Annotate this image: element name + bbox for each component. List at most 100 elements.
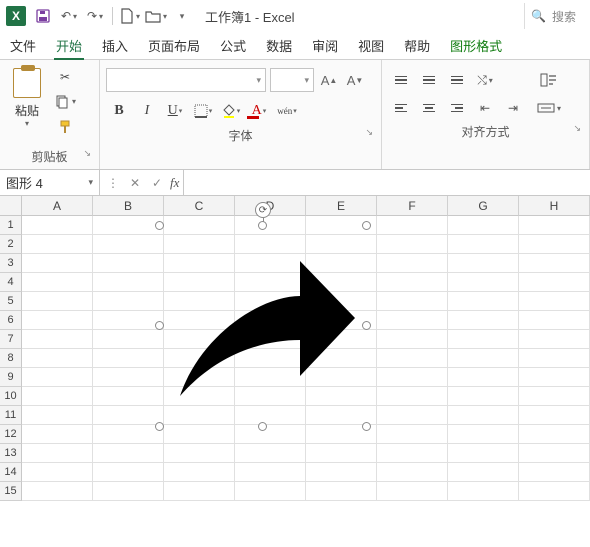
qat-customize-button[interactable]: ▾ — [169, 3, 195, 29]
cell[interactable] — [235, 482, 306, 501]
row-header[interactable]: 3 — [0, 254, 22, 273]
cell[interactable] — [93, 235, 164, 254]
align-right-button[interactable] — [444, 96, 470, 120]
cell[interactable] — [519, 349, 590, 368]
cell[interactable] — [519, 482, 590, 501]
cell[interactable] — [377, 406, 448, 425]
row-header[interactable]: 12 — [0, 425, 22, 444]
fill-color-button[interactable]: ▾ — [218, 98, 244, 124]
copy-button[interactable]: ▾ — [52, 91, 78, 113]
cell[interactable] — [22, 387, 93, 406]
border-button[interactable]: ▾ — [190, 98, 216, 124]
cell[interactable] — [22, 368, 93, 387]
cell[interactable] — [164, 463, 235, 482]
cell[interactable] — [377, 444, 448, 463]
resize-handle-nw[interactable] — [155, 221, 164, 230]
cell[interactable] — [93, 330, 164, 349]
cell[interactable] — [448, 330, 519, 349]
cell[interactable] — [22, 216, 93, 235]
col-header[interactable]: A — [22, 196, 93, 216]
chevron-down-icon[interactable]: ▾ — [88, 177, 93, 188]
row-header[interactable]: 14 — [0, 463, 22, 482]
cell[interactable] — [93, 292, 164, 311]
cancel-formula-button[interactable]: ✕ — [126, 176, 144, 190]
row-header[interactable]: 11 — [0, 406, 22, 425]
row-header[interactable]: 10 — [0, 387, 22, 406]
cell[interactable] — [519, 311, 590, 330]
font-color-button[interactable]: A▾ — [246, 98, 272, 124]
rotate-handle[interactable]: ⟳ — [255, 202, 271, 218]
cell[interactable] — [519, 444, 590, 463]
cell[interactable] — [448, 463, 519, 482]
cell[interactable] — [448, 387, 519, 406]
cell[interactable] — [22, 273, 93, 292]
cell[interactable] — [448, 368, 519, 387]
cell[interactable] — [519, 292, 590, 311]
cell[interactable] — [448, 235, 519, 254]
tab-formulas[interactable]: 公式 — [218, 32, 248, 59]
cell[interactable] — [448, 349, 519, 368]
tab-view[interactable]: 视图 — [356, 32, 386, 59]
font-size-combo[interactable]: ▾ — [270, 68, 314, 92]
cell[interactable] — [519, 216, 590, 235]
cell[interactable] — [448, 292, 519, 311]
align-left-button[interactable] — [388, 96, 414, 120]
tab-shape-format[interactable]: 图形格式 — [448, 32, 504, 59]
arrow-shape-icon[interactable] — [160, 226, 366, 426]
open-button[interactable]: ▾ — [143, 3, 169, 29]
search-box[interactable]: 🔍 搜索 — [524, 3, 584, 29]
cell[interactable] — [519, 273, 590, 292]
cell[interactable] — [519, 463, 590, 482]
resize-handle-sw[interactable] — [155, 422, 164, 431]
cell[interactable] — [306, 444, 377, 463]
cell[interactable] — [93, 387, 164, 406]
cell[interactable] — [22, 406, 93, 425]
cell[interactable] — [448, 406, 519, 425]
dialog-launcher-icon[interactable]: ↘ — [573, 123, 581, 134]
undo-button[interactable]: ↶▾ — [56, 3, 82, 29]
cell[interactable] — [448, 311, 519, 330]
tab-data[interactable]: 数据 — [264, 32, 294, 59]
cell[interactable] — [93, 273, 164, 292]
cell[interactable] — [519, 368, 590, 387]
cell[interactable] — [448, 482, 519, 501]
cell[interactable] — [377, 254, 448, 273]
enter-formula-button[interactable]: ✓ — [148, 176, 166, 190]
row-header[interactable]: 8 — [0, 349, 22, 368]
redo-button[interactable]: ↷▾ — [82, 3, 108, 29]
col-header[interactable]: H — [519, 196, 590, 216]
cell[interactable] — [93, 254, 164, 273]
col-header[interactable]: B — [93, 196, 164, 216]
tab-file[interactable]: 文件 — [8, 32, 38, 59]
row-header[interactable]: 15 — [0, 482, 22, 501]
save-button[interactable] — [30, 3, 56, 29]
cell[interactable] — [377, 349, 448, 368]
resize-handle-n[interactable] — [258, 221, 267, 230]
row-header[interactable]: 6 — [0, 311, 22, 330]
formula-input[interactable] — [184, 170, 590, 195]
selected-shape[interactable]: ⟳ — [160, 226, 366, 426]
wrap-text-button[interactable] — [534, 68, 564, 92]
cell[interactable] — [93, 406, 164, 425]
cell[interactable] — [448, 254, 519, 273]
col-header[interactable]: C — [164, 196, 235, 216]
cell[interactable] — [235, 425, 306, 444]
cell[interactable] — [93, 482, 164, 501]
row-header[interactable]: 4 — [0, 273, 22, 292]
align-bottom-button[interactable] — [444, 68, 470, 92]
cut-button[interactable]: ✂ — [52, 66, 78, 88]
cell[interactable] — [22, 235, 93, 254]
resize-handle-e[interactable] — [362, 321, 371, 330]
cell[interactable] — [448, 273, 519, 292]
resize-handle-ne[interactable] — [362, 221, 371, 230]
align-middle-button[interactable] — [416, 68, 442, 92]
cell[interactable] — [235, 463, 306, 482]
worksheet-grid[interactable]: A B C D E F G H 123456789101112131415 ⟳ — [0, 196, 590, 501]
row-header[interactable]: 9 — [0, 368, 22, 387]
dialog-launcher-icon[interactable]: ↘ — [83, 148, 91, 159]
cell[interactable] — [22, 330, 93, 349]
cell[interactable] — [519, 387, 590, 406]
paste-button[interactable]: 粘贴 ▾ — [6, 64, 48, 128]
cell[interactable] — [306, 482, 377, 501]
cell[interactable] — [377, 482, 448, 501]
